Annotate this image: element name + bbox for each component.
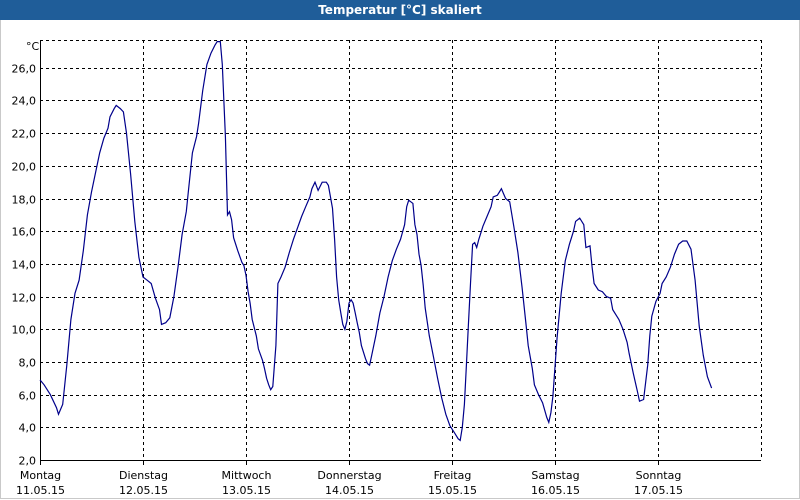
y-tick-label: 12,0 (12, 292, 37, 305)
y-tick-label: 14,0 (12, 259, 37, 272)
y-tick-label: 16,0 (12, 226, 37, 239)
x-tick-day-label: Montag (20, 469, 61, 482)
temperature-series-line (39, 40, 713, 442)
y-tick-label: 20,0 (12, 161, 37, 174)
grid-lines (40, 40, 762, 460)
x-axis-ticks: Montag 11.05.15 Dienstag 12.05.15 Mittwoch 13… (16, 460, 683, 497)
y-axis-unit-label: °C (26, 40, 40, 53)
y-tick-label: 24,0 (12, 95, 37, 108)
y-axis-ticks: 2,0 4,0 6,0 8,0 10,0 12,0 14,0 16,0 18,0 20,0 22,0… (12, 63, 37, 468)
series-group (39, 40, 713, 442)
x-tick-date-label: 11.05.15 (16, 484, 65, 497)
y-tick-label: 26,0 (12, 63, 37, 76)
x-tick-day-label: Donnerstag (317, 469, 381, 482)
y-tick-label: 22,0 (12, 128, 37, 141)
x-tick-date-label: 17.05.15 (634, 484, 683, 497)
y-tick-label: 8,0 (19, 357, 37, 370)
x-tick-date-label: 12.05.15 (119, 484, 168, 497)
y-tick-label: 4,0 (19, 422, 37, 435)
x-tick-date-label: 16.05.15 (531, 484, 580, 497)
x-tick-date-label: 14.05.15 (325, 484, 374, 497)
axes: °C (26, 40, 761, 461)
x-tick-day-label: Samstag (531, 469, 579, 482)
x-tick-day-label: Mittwoch (222, 469, 272, 482)
y-tick-label: 6,0 (19, 390, 37, 403)
y-tick-label: 10,0 (12, 324, 37, 337)
x-tick-date-label: 15.05.15 (428, 484, 477, 497)
y-tick-label: 18,0 (12, 194, 37, 207)
x-tick-day-label: Dienstag (119, 469, 168, 482)
x-tick-day-label: Freitag (434, 469, 472, 482)
y-tick-label: 2,0 (19, 455, 37, 468)
temperature-line-chart: °C 2,04,06,08,010,012,014,016,018,020,02… (12, 40, 762, 497)
x-tick-date-label: 13.05.15 (222, 484, 271, 497)
x-tick-day-label: Sonntag (636, 469, 682, 482)
